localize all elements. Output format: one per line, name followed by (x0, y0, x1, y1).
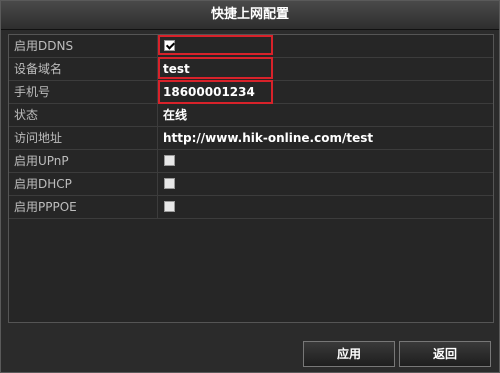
column-divider (157, 127, 158, 149)
row-access-address: 访问地址 http://www.hik-online.com/test (9, 127, 493, 150)
dialog-footer: 应用 返回 (1, 327, 499, 372)
row-status: 状态 在线 (9, 104, 493, 127)
enable-dhcp-label: 启用DHCP (14, 177, 72, 191)
access-address-value: http://www.hik-online.com/test (163, 131, 374, 145)
enable-dhcp-checkbox[interactable] (164, 178, 175, 189)
enable-upnp-checkbox[interactable] (164, 155, 175, 166)
phone-number-label: 手机号 (14, 85, 51, 99)
column-divider (157, 150, 158, 172)
highlight-ddns-box (158, 35, 273, 55)
enable-ddns-label: 启用DDNS (14, 39, 74, 53)
row-enable-dhcp: 启用DHCP (9, 173, 493, 196)
dialog-title: 快捷上网配置 (1, 1, 499, 30)
quick-network-config-dialog: 快捷上网配置 启用DDNS 设备域名 test 手机号 18600001234 … (0, 0, 500, 373)
status-value: 在线 (163, 108, 188, 122)
highlight-domain-box (158, 57, 273, 79)
status-label: 状态 (14, 108, 39, 122)
access-address-label: 访问地址 (14, 131, 63, 145)
enable-upnp-label: 启用UPnP (14, 154, 69, 168)
back-button[interactable]: 返回 (399, 341, 491, 367)
settings-panel: 启用DDNS 设备域名 test 手机号 18600001234 状态 在线 访… (8, 34, 494, 323)
apply-button[interactable]: 应用 (303, 341, 395, 367)
column-divider (157, 173, 158, 195)
row-enable-upnp: 启用UPnP (9, 150, 493, 173)
enable-pppoe-checkbox[interactable] (164, 201, 175, 212)
column-divider (157, 196, 158, 218)
row-enable-pppoe: 启用PPPOE (9, 196, 493, 219)
device-domain-label: 设备域名 (14, 62, 63, 76)
enable-pppoe-label: 启用PPPOE (14, 200, 77, 214)
column-divider (157, 104, 158, 126)
highlight-phone-box (158, 80, 273, 104)
